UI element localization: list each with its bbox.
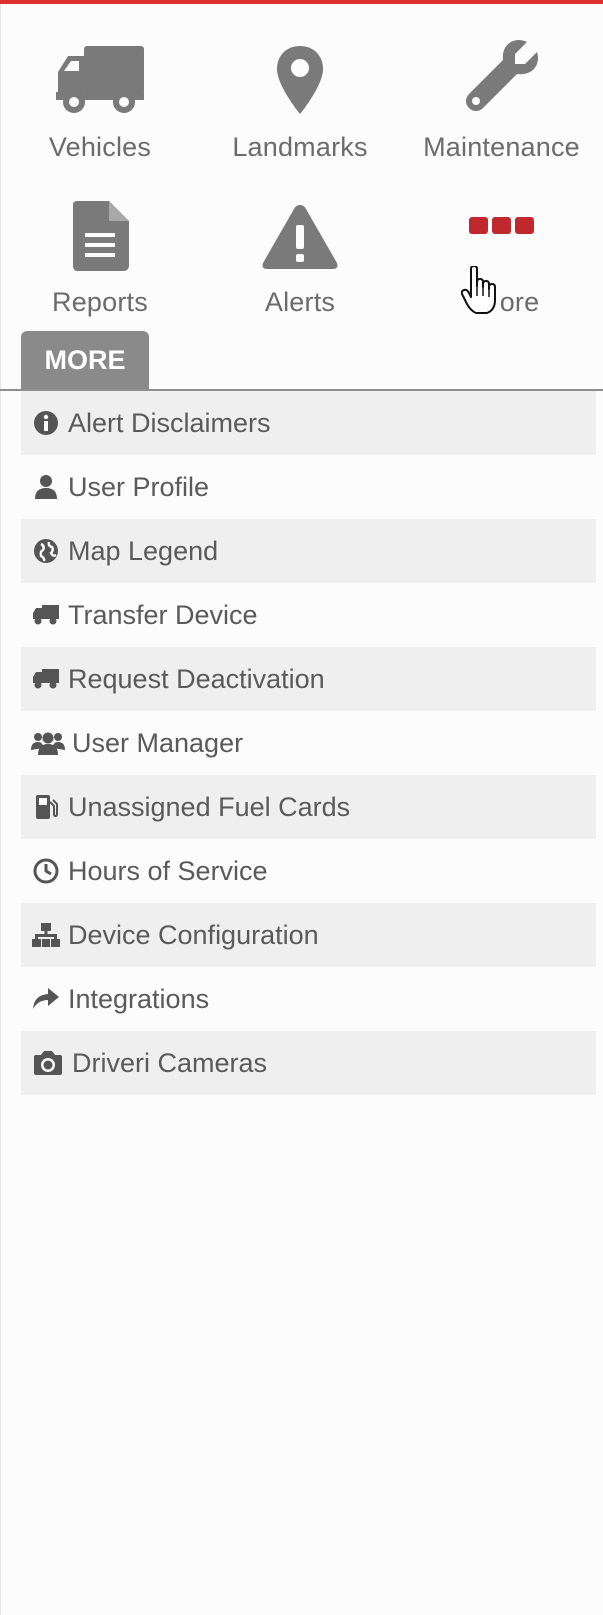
- clock-icon: [30, 855, 62, 887]
- menu-item-transfer-device[interactable]: Transfer Device: [21, 583, 596, 647]
- menu-item-hours-of-service[interactable]: Hours of Service: [21, 839, 596, 903]
- menu-item-integrations[interactable]: Integrations: [21, 967, 596, 1031]
- nav-maintenance[interactable]: Maintenance: [400, 20, 603, 175]
- menu-item-request-deactivation[interactable]: Request Deactivation: [21, 647, 596, 711]
- users-icon: [30, 727, 66, 759]
- menu-item-label: User Profile: [68, 471, 210, 502]
- menu-item-label: Map Legend: [68, 535, 219, 566]
- nav-more[interactable]: ore: [400, 175, 603, 330]
- more-menu: Alert Disclaimers User Profile Map Legen…: [21, 391, 596, 1095]
- nav-landmarks-label: Landmarks: [232, 132, 368, 162]
- menu-item-label: Driveri Cameras: [72, 1047, 268, 1078]
- truck-icon: [54, 30, 146, 116]
- menu-item-label: Request Deactivation: [68, 663, 325, 694]
- nav-vehicles-label: Vehicles: [48, 132, 152, 162]
- info-circle-icon: [30, 407, 62, 439]
- menu-item-device-configuration[interactable]: Device Configuration: [21, 903, 596, 967]
- primary-nav: Vehicles Landmarks Maintenance Reports A…: [0, 20, 603, 330]
- sitemap-icon: [30, 919, 62, 951]
- menu-item-user-profile[interactable]: User Profile: [21, 455, 596, 519]
- camera-icon: [30, 1047, 66, 1079]
- menu-item-label: Hours of Service: [68, 855, 268, 886]
- menu-item-label: Integrations: [68, 983, 210, 1014]
- map-pin-icon: [275, 30, 325, 116]
- document-icon: [69, 185, 131, 271]
- more-dots-icon: [467, 185, 537, 271]
- menu-item-label: Alert Disclaimers: [68, 407, 271, 438]
- user-icon: [30, 471, 62, 503]
- menu-item-label: User Manager: [72, 727, 244, 758]
- truck-small-icon: [30, 663, 62, 695]
- menu-item-unassigned-fuel-cards[interactable]: Unassigned Fuel Cards: [21, 775, 596, 839]
- nav-alerts[interactable]: Alerts: [200, 175, 400, 330]
- share-arrow-icon: [30, 983, 62, 1015]
- menu-item-label: Transfer Device: [68, 599, 258, 630]
- nav-vehicles[interactable]: Vehicles: [0, 20, 200, 175]
- menu-item-map-legend[interactable]: Map Legend: [21, 519, 596, 583]
- tab-more[interactable]: MORE: [21, 331, 149, 389]
- menu-item-user-manager[interactable]: User Manager: [21, 711, 596, 775]
- fuel-pump-icon: [30, 791, 62, 823]
- truck-small-icon: [30, 599, 62, 631]
- nav-reports[interactable]: Reports: [0, 175, 200, 330]
- globe-icon: [30, 535, 62, 567]
- menu-item-driveri-cameras[interactable]: Driveri Cameras: [21, 1031, 596, 1095]
- nav-landmarks[interactable]: Landmarks: [200, 20, 400, 175]
- nav-maintenance-label: Maintenance: [423, 132, 580, 162]
- nav-reports-label: Reports: [52, 287, 148, 317]
- nav-alerts-label: Alerts: [264, 287, 336, 317]
- wrench-icon: [463, 30, 541, 116]
- menu-item-alert-disclaimers[interactable]: Alert Disclaimers: [21, 391, 596, 455]
- menu-item-label: Unassigned Fuel Cards: [68, 791, 351, 822]
- menu-item-label: Device Configuration: [68, 919, 319, 950]
- warning-icon: [261, 185, 339, 271]
- hand-cursor-icon: [460, 265, 499, 316]
